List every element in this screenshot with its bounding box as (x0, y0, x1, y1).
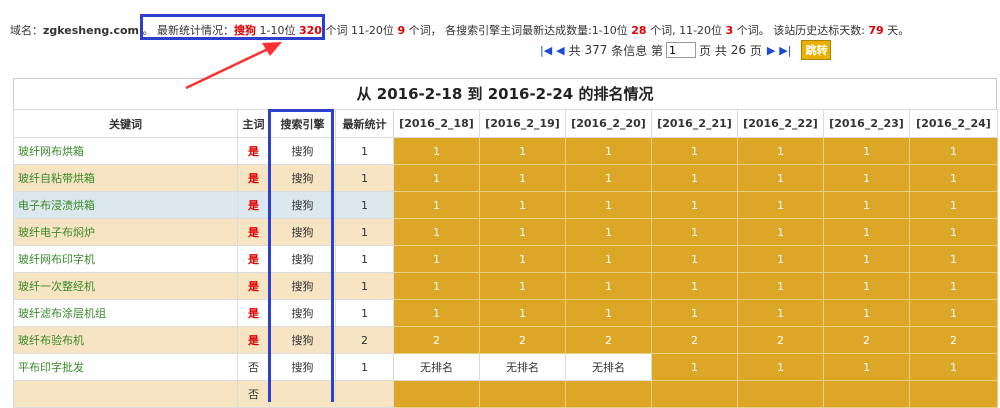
annotation-arrow-icon (185, 42, 282, 90)
